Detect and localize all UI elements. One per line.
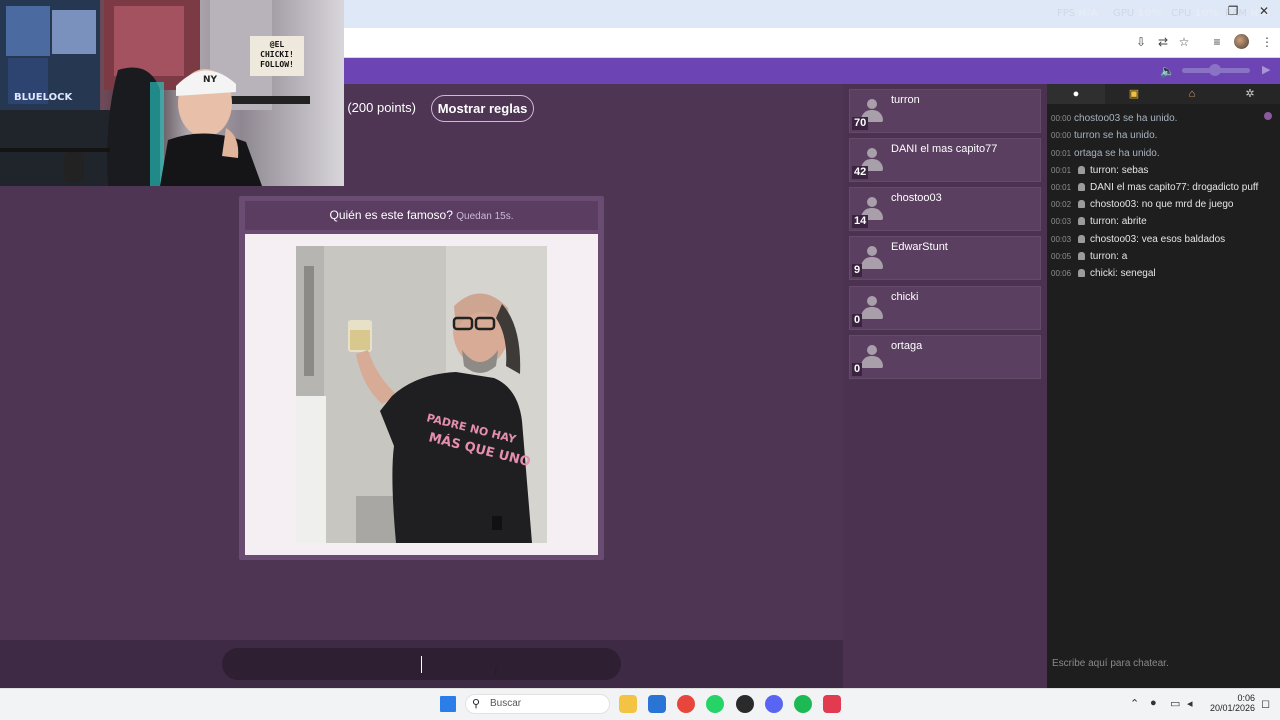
notification-dot bbox=[1264, 112, 1272, 120]
tab-ranking[interactable]: ▣ bbox=[1105, 84, 1163, 104]
translate-icon[interactable]: ⇄ bbox=[1155, 34, 1171, 50]
restore-icon[interactable]: ❐ bbox=[1224, 4, 1242, 18]
cpu-readout: CPU 10% bbox=[1171, 8, 1219, 19]
player-name: chostoo03 bbox=[891, 192, 942, 204]
tab-settings[interactable]: ✲ bbox=[1221, 84, 1279, 104]
chat-message: 00:01 ortaga se ha unido. bbox=[1051, 148, 1160, 159]
chat-message: 00:01 DANI el mas capito77: drogadicto pu… bbox=[1051, 182, 1259, 193]
whatsapp-icon[interactable] bbox=[706, 695, 724, 713]
search-icon: ⚲ bbox=[472, 698, 481, 710]
player-name: ortaga bbox=[891, 340, 923, 352]
player-name: DANI el mas capito77 bbox=[891, 143, 998, 155]
chat-input[interactable] bbox=[1047, 652, 1280, 674]
tab-chat[interactable]: ● bbox=[1047, 84, 1105, 104]
app-icon[interactable] bbox=[736, 695, 754, 713]
gpu-readout: GPU 10% bbox=[1113, 8, 1162, 19]
play-icon[interactable]: ▶ bbox=[1262, 63, 1270, 76]
question-timer: Quedan 15s. bbox=[456, 211, 514, 222]
chat-message: 00:01 turron: sebas bbox=[1051, 165, 1149, 176]
player-card: 9 EdwarStunt bbox=[849, 236, 1041, 280]
volume-slider-knob[interactable] bbox=[1209, 64, 1221, 76]
taskbar-clock[interactable]: 0:06 20/01/2026 bbox=[1205, 693, 1255, 713]
player-card: 0 ortaga bbox=[849, 335, 1041, 379]
chat-message: 00:06 chicki: senegal bbox=[1051, 268, 1156, 279]
close-icon[interactable]: ✕ bbox=[1255, 4, 1273, 18]
player-card: 14 chostoo03 bbox=[849, 187, 1041, 231]
user-icon bbox=[1078, 166, 1086, 174]
network-icon[interactable]: ▭ bbox=[1170, 697, 1180, 710]
windows-taskbar bbox=[0, 688, 1280, 720]
chat-message: 00:00 turron se ha unido. bbox=[1051, 130, 1158, 141]
player-score: 9 bbox=[852, 264, 863, 277]
player-score: 42 bbox=[852, 166, 869, 179]
user-icon bbox=[1078, 183, 1086, 191]
player-card: 42 DANI el mas capito77 bbox=[849, 138, 1041, 182]
svg-text:BLUELOCK: BLUELOCK bbox=[14, 92, 73, 103]
player-card: 70 turron bbox=[849, 89, 1041, 133]
tab-home[interactable]: ⌂ bbox=[1163, 84, 1221, 104]
player-score: 0 bbox=[852, 363, 863, 376]
menu-icon[interactable]: ⋮ bbox=[1259, 34, 1275, 50]
user-icon bbox=[1078, 269, 1086, 277]
discord-icon[interactable] bbox=[765, 695, 783, 713]
notifications-icon[interactable]: ◻ bbox=[1261, 697, 1270, 710]
player-score: 0 bbox=[852, 314, 863, 327]
svg-text:NY: NY bbox=[203, 75, 218, 85]
bookmark-star-icon[interactable]: ☆ bbox=[1176, 34, 1192, 50]
user-icon bbox=[1078, 235, 1086, 243]
chat-message: 00:02 chostoo03: no que mrd de juego bbox=[1051, 199, 1234, 210]
reading-list-icon[interactable]: ≡ bbox=[1209, 34, 1225, 50]
recorder-icon[interactable] bbox=[823, 695, 841, 713]
chat-message: 00:05 turron: a bbox=[1051, 251, 1128, 262]
chat-message: 00:00 chostoo03 se ha unido. bbox=[1051, 113, 1178, 124]
question-header: Quién es este famoso? Quedan 15s. bbox=[245, 201, 598, 230]
user-icon bbox=[1078, 217, 1086, 225]
player-card: 0 chicki bbox=[849, 286, 1041, 330]
text-caret bbox=[421, 656, 422, 673]
spotify-icon[interactable] bbox=[794, 695, 812, 713]
profile-avatar[interactable] bbox=[1234, 34, 1249, 49]
chrome-icon[interactable] bbox=[677, 695, 695, 713]
player-score: 70 bbox=[852, 117, 869, 130]
microphone-icon[interactable]: ● bbox=[1150, 697, 1157, 709]
install-app-icon[interactable]: ⇩ bbox=[1133, 34, 1149, 50]
question-text: Quién es este famoso? bbox=[329, 208, 453, 222]
chat-message: 00:03 chostoo03: vea esos baldados bbox=[1051, 234, 1226, 245]
volume-icon[interactable]: 🔈 bbox=[1160, 64, 1175, 78]
fps-readout: FPS N/A bbox=[1057, 8, 1099, 19]
chat-message: 00:03 turron: abrite bbox=[1051, 216, 1147, 227]
chat-icon: ● bbox=[1072, 88, 1080, 100]
player-name: turron bbox=[891, 94, 920, 106]
user-icon bbox=[1078, 200, 1086, 208]
player-score: 14 bbox=[852, 215, 869, 228]
chevron-up-icon[interactable]: ⌃ bbox=[1130, 697, 1139, 710]
windows-start-icon[interactable] bbox=[440, 696, 456, 712]
home-icon: ⌂ bbox=[1188, 88, 1196, 100]
speaker-icon[interactable]: ◂ bbox=[1187, 697, 1193, 710]
taskbar-search[interactable]: Buscar bbox=[465, 694, 610, 714]
store-icon[interactable] bbox=[648, 695, 666, 713]
stream-sign: @EL CHICKI! FOLLOW! bbox=[260, 40, 294, 69]
player-name: EdwarStunt bbox=[891, 241, 948, 253]
file-explorer-icon[interactable] bbox=[619, 695, 637, 713]
show-rules-button[interactable]: Mostrar reglas bbox=[431, 95, 534, 122]
celebrity-photo: PADRE NO HAY MÁS QUE UNO bbox=[296, 246, 547, 543]
trophy-icon: ▣ bbox=[1128, 88, 1140, 100]
mouse-cursor-ibeam: I bbox=[494, 664, 498, 679]
settings-icon: ✲ bbox=[1245, 88, 1255, 100]
user-icon bbox=[1078, 252, 1086, 260]
webcam-overlay: NY BLUELOCK @EL CHICKI! FOLLOW! bbox=[0, 0, 344, 186]
player-name: chicki bbox=[891, 291, 919, 303]
